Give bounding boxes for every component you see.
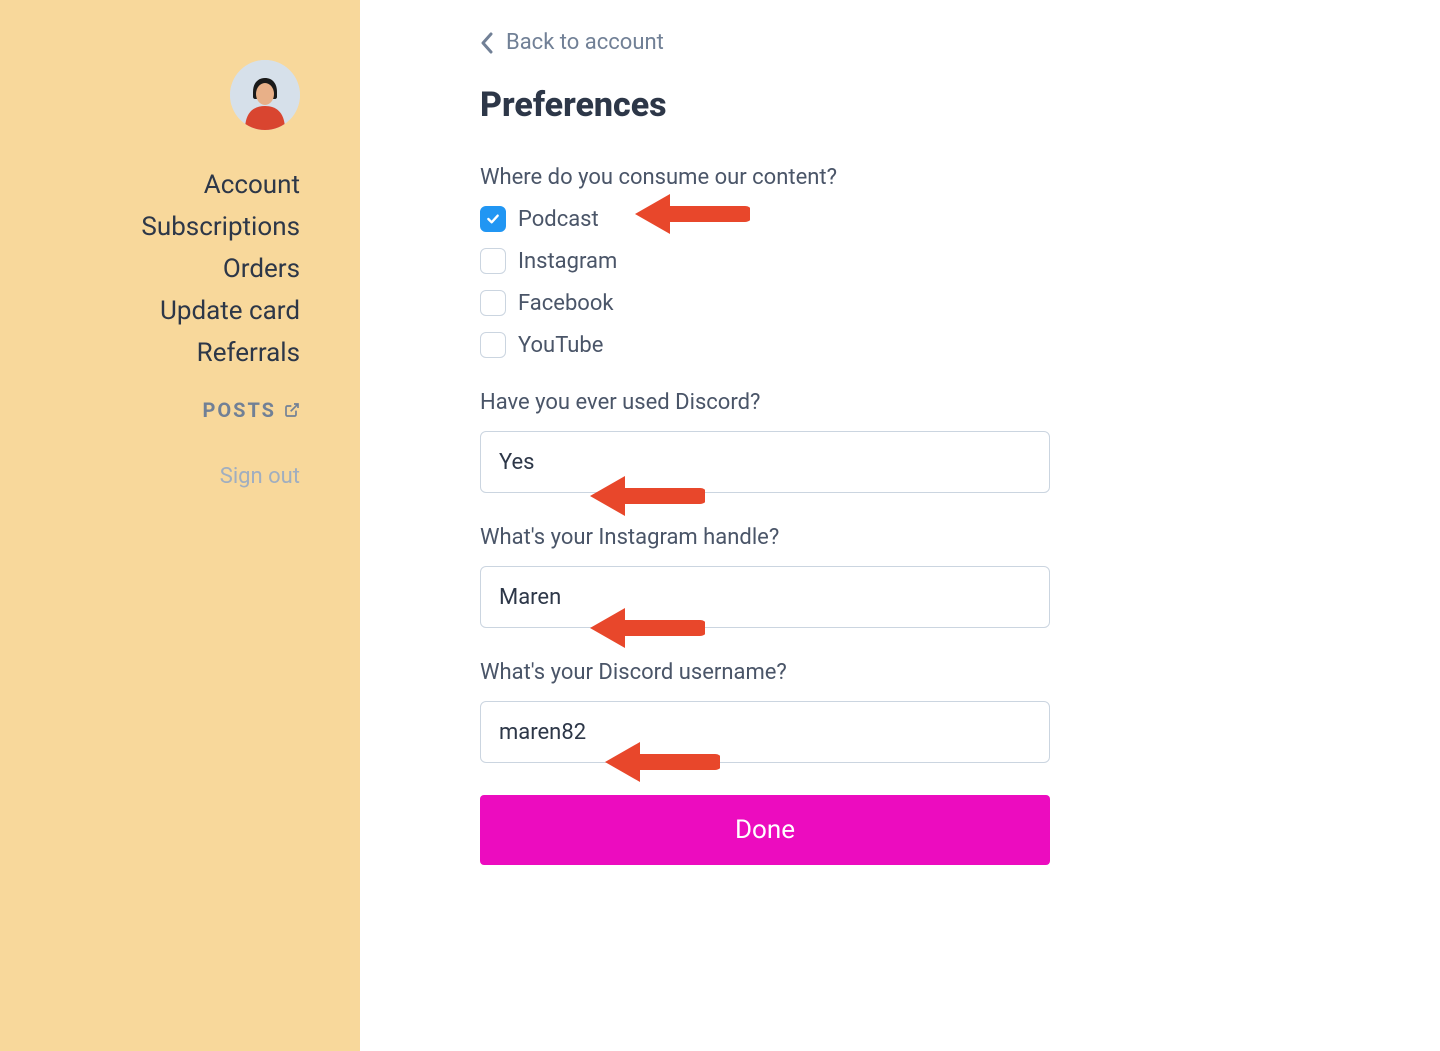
checkbox-instagram[interactable] (480, 248, 506, 274)
sign-out-link[interactable]: Sign out (220, 464, 300, 489)
checkbox-row-podcast: Podcast (480, 206, 1320, 232)
instagram-input[interactable] (480, 566, 1050, 628)
main-content: Back to account Preferences Where do you… (360, 0, 1440, 1051)
posts-label: POSTS (202, 398, 276, 422)
avatar-image (230, 60, 300, 130)
back-label: Back to account (506, 30, 664, 55)
sidebar-item-subscriptions[interactable]: Subscriptions (141, 212, 300, 242)
consume-question: Where do you consume our content? (480, 165, 1320, 190)
sidebar-nav: Account Subscriptions Orders Update card… (141, 170, 300, 489)
done-button[interactable]: Done (480, 795, 1050, 865)
discord-used-group: Have you ever used Discord? (480, 390, 1320, 493)
discord-used-question: Have you ever used Discord? (480, 390, 1320, 415)
discord-name-question: What's your Discord username? (480, 660, 1320, 685)
checkbox-row-youtube: YouTube (480, 332, 1320, 358)
discord-used-input[interactable] (480, 431, 1050, 493)
checkbox-row-facebook: Facebook (480, 290, 1320, 316)
checkbox-facebook[interactable] (480, 290, 506, 316)
sidebar-item-posts[interactable]: POSTS (202, 398, 300, 422)
checkbox-label-podcast: Podcast (518, 207, 599, 232)
checkbox-row-instagram: Instagram (480, 248, 1320, 274)
page-title: Preferences (480, 85, 1320, 125)
checkbox-youtube[interactable] (480, 332, 506, 358)
instagram-question: What's your Instagram handle? (480, 525, 1320, 550)
sidebar-item-account[interactable]: Account (204, 170, 300, 200)
external-link-icon (284, 402, 300, 418)
avatar[interactable] (230, 60, 300, 130)
check-icon (485, 211, 501, 227)
sidebar-item-update-card[interactable]: Update card (160, 296, 300, 326)
consume-group: Where do you consume our content? Podcas… (480, 165, 1320, 358)
back-to-account-link[interactable]: Back to account (480, 30, 664, 55)
discord-name-input[interactable] (480, 701, 1050, 763)
checkbox-label-instagram: Instagram (518, 249, 617, 274)
consume-options: Podcast Instagram Facebook YouTube (480, 206, 1320, 358)
instagram-group: What's your Instagram handle? (480, 525, 1320, 628)
checkbox-label-facebook: Facebook (518, 291, 614, 316)
chevron-left-icon (480, 32, 494, 54)
checkbox-label-youtube: YouTube (518, 333, 603, 358)
sidebar-item-referrals[interactable]: Referrals (197, 338, 300, 368)
checkbox-podcast[interactable] (480, 206, 506, 232)
sidebar: Account Subscriptions Orders Update card… (0, 0, 360, 1051)
sidebar-item-orders[interactable]: Orders (223, 254, 300, 284)
discord-name-group: What's your Discord username? (480, 660, 1320, 763)
